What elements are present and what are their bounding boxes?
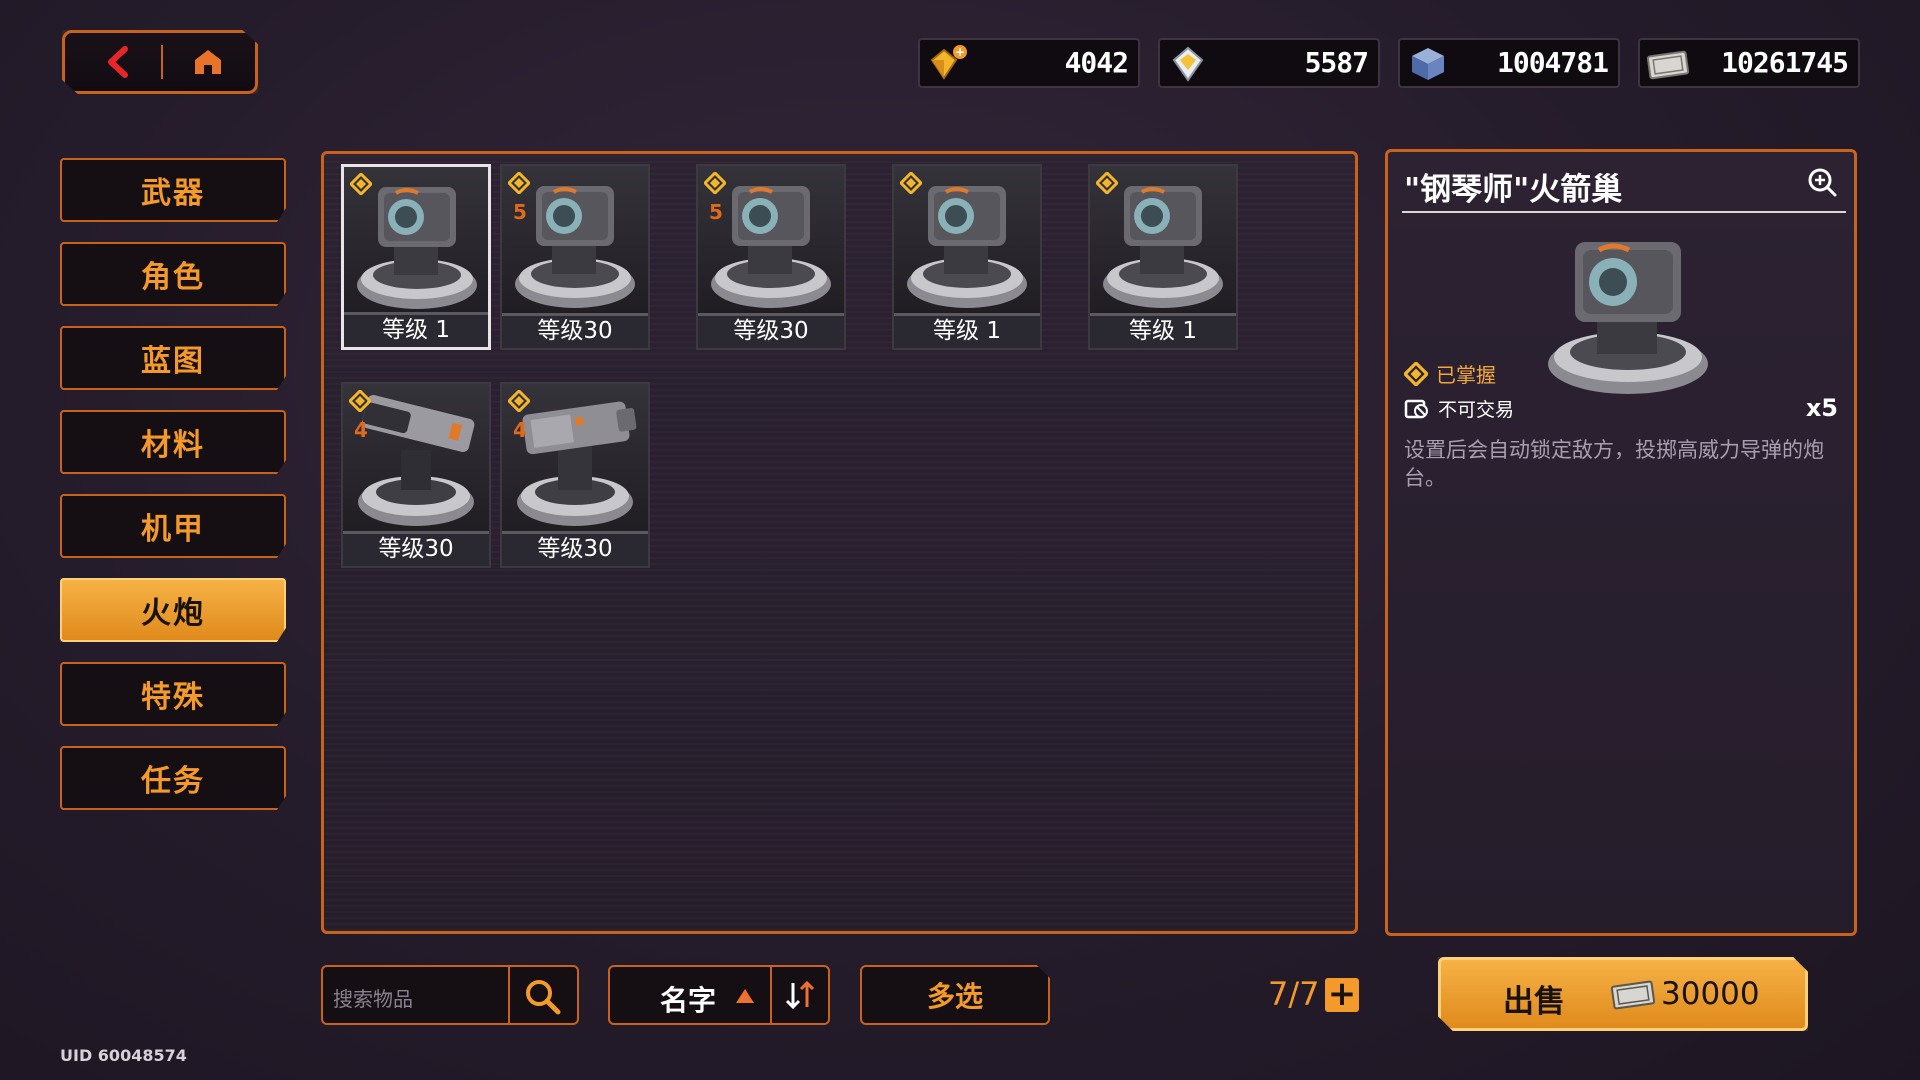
item-quantity: x5 [1805, 394, 1838, 422]
inventory-item[interactable]: 等级 1 [892, 164, 1042, 350]
multi-select-button[interactable]: 多选 [860, 965, 1050, 1025]
sell-label: 出售 [1503, 984, 1565, 1020]
currency-gold-gem[interactable]: + 4042 [918, 38, 1140, 88]
mastered-label: 已掌握 [1436, 363, 1496, 387]
mastered-badge-icon [900, 172, 922, 194]
nav-divider [161, 45, 163, 79]
menu-weapons[interactable]: 武器 [60, 158, 286, 222]
search-box[interactable]: 搜索物品 [321, 965, 579, 1025]
star-rank-badge: 4 [513, 418, 527, 442]
item-title: "钢琴师"火箭巢 [1404, 172, 1623, 208]
menu-mechs[interactable]: 机甲 [60, 494, 286, 558]
mastered-badge-icon [508, 390, 530, 412]
mastered-badge-icon [1096, 172, 1118, 194]
inventory-item[interactable]: 5 等级30 [696, 164, 846, 350]
mastered-badge-icon [349, 390, 371, 412]
inventory-item[interactable]: 等级 1 [1088, 164, 1238, 350]
blue-cube-icon [1412, 48, 1444, 80]
inventory-grid-panel: 等级 1 5 等级30 5 等级30 等级 1 等级 1 4 等级30 4 等级… [321, 151, 1358, 934]
sell-button[interactable]: 出售 30000 [1438, 957, 1808, 1031]
ticket-icon [1610, 980, 1656, 1010]
currency-value: 10261745 [1721, 46, 1849, 79]
sort-field-label[interactable]: 名字 [660, 979, 716, 1019]
top-nav [62, 30, 258, 94]
silver-gem-icon [1172, 46, 1204, 82]
back-button[interactable] [83, 40, 153, 84]
sort-asc-icon [736, 989, 754, 1003]
currency-cube[interactable]: 1004781 [1398, 38, 1620, 88]
inventory-item[interactable]: 4 等级30 [500, 382, 650, 568]
tradable-label: 不可交易 [1438, 399, 1515, 421]
item-level: 等级30 [698, 313, 844, 348]
mastered-status: 已掌握 [1404, 359, 1496, 388]
currency-ticket[interactable]: 10261745 [1638, 38, 1860, 88]
currency-value: 1004781 [1496, 46, 1609, 79]
item-detail-panel: "钢琴师"火箭巢 已掌握 不可交易 x5 设置后会自动锁定敌方，投掷高威力导弹的… [1385, 149, 1857, 936]
menu-special[interactable]: 特殊 [60, 662, 286, 726]
item-level: 等级 1 [344, 312, 488, 347]
item-level: 等级30 [502, 313, 648, 348]
item-level: 等级30 [343, 531, 489, 566]
sort-order-icon[interactable] [780, 977, 820, 1013]
search-icon[interactable] [521, 975, 565, 1019]
home-icon [195, 50, 221, 74]
svg-text:+: + [955, 45, 965, 59]
mastered-badge-icon [704, 172, 726, 194]
back-arrow-icon [108, 46, 128, 78]
menu-materials[interactable]: 材料 [60, 410, 286, 474]
inventory-item[interactable]: 5 等级30 [500, 164, 650, 350]
no-trade-icon [1404, 399, 1428, 418]
menu-artillery[interactable]: 火炮 [60, 578, 286, 642]
capacity-count: 7/7 [1268, 975, 1320, 1013]
gold-gem-plus-icon: + [930, 45, 967, 80]
mastered-badge-icon [1404, 361, 1428, 386]
star-rank-badge: 5 [513, 200, 527, 224]
inventory-item[interactable]: 等级 1 [341, 164, 491, 350]
menu-characters[interactable]: 角色 [60, 242, 286, 306]
item-level: 等级30 [502, 531, 648, 566]
menu-blueprints[interactable]: 蓝图 [60, 326, 286, 390]
star-rank-badge: 5 [709, 200, 723, 224]
sort-divider [770, 967, 772, 1023]
item-preview-image [1548, 242, 1708, 394]
mastered-badge-icon [508, 172, 530, 194]
star-rank-badge: 4 [354, 418, 368, 442]
item-description: 设置后会自动锁定敌方，投掷高威力导弹的炮台。 [1404, 438, 1824, 490]
menu-tasks[interactable]: 任务 [60, 746, 286, 810]
user-id: UID 60048574 [60, 1046, 187, 1065]
search-divider [508, 967, 510, 1023]
item-level: 等级 1 [894, 313, 1040, 348]
zoom-in-icon[interactable] [1806, 166, 1838, 198]
title-divider [1402, 211, 1846, 213]
currency-value: 4042 [1064, 46, 1129, 79]
sell-price: 30000 [1661, 976, 1760, 1012]
mastered-badge-icon [350, 173, 372, 195]
expand-capacity-button[interactable]: + [1325, 977, 1359, 1012]
currency-silver-gem[interactable]: 5587 [1158, 38, 1380, 88]
home-button[interactable] [173, 40, 243, 84]
item-level: 等级 1 [1090, 313, 1236, 348]
trade-status: 不可交易 [1404, 395, 1514, 422]
currency-value: 5587 [1304, 46, 1369, 79]
search-input[interactable]: 搜索物品 [333, 983, 413, 1012]
sort-control[interactable]: 名字 [608, 965, 830, 1025]
ticket-icon [1646, 50, 1690, 80]
inventory-item[interactable]: 4 等级30 [341, 382, 491, 568]
